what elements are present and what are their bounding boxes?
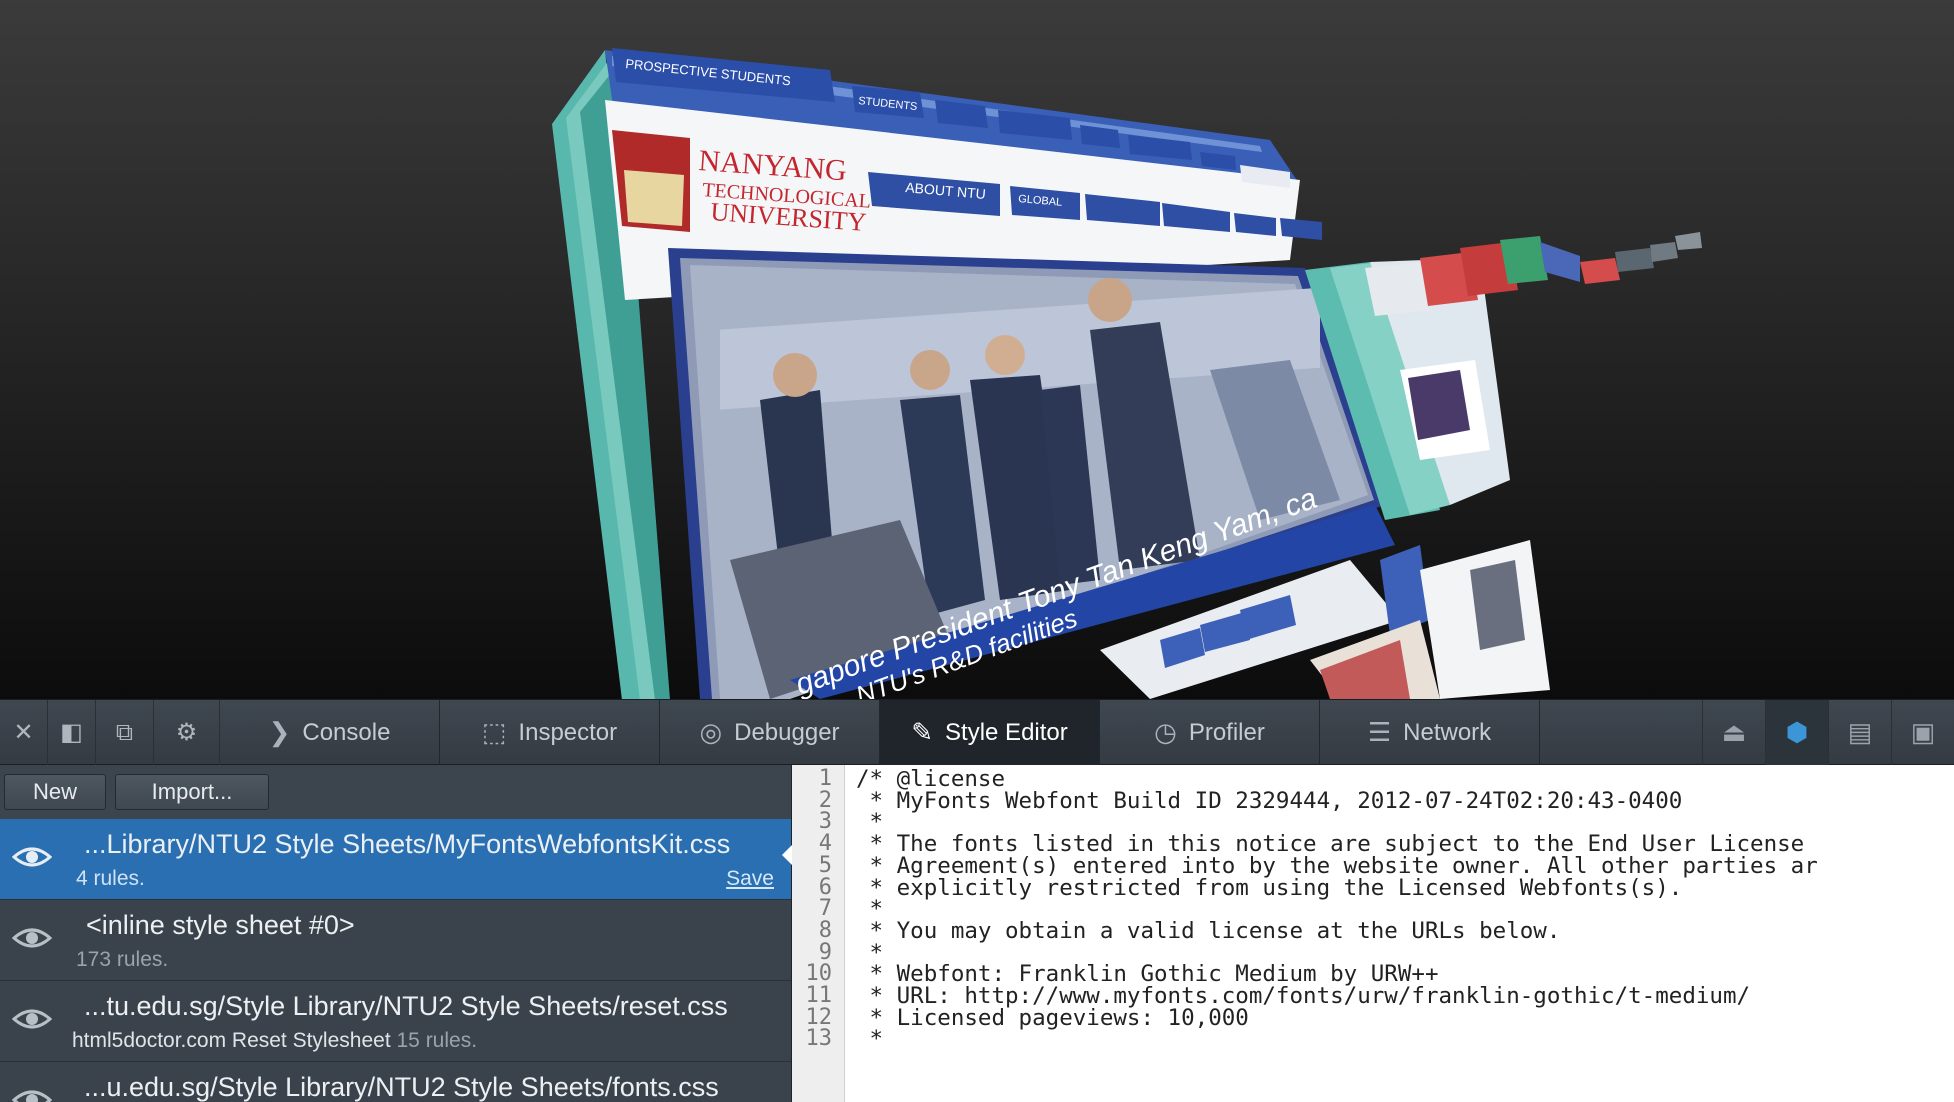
tab-style-editor[interactable]: ✎ Style Editor	[880, 700, 1100, 765]
tab-style-editor-label: Style Editor	[945, 718, 1068, 746]
undock-button[interactable]: ⧉	[96, 700, 154, 765]
stylesheet-item[interactable]: ...Library/NTU2 Style Sheets/MyFontsWebf…	[0, 819, 791, 900]
paint-flashing-button[interactable]: ⏏	[1702, 700, 1765, 765]
inspector-icon: ⬚	[481, 717, 507, 747]
3d-page-rendering: PROSPECTIVE STUDENTS STUDENTS NANYANG TE…	[552, 48, 1702, 699]
close-devtools-button[interactable]: ✕	[0, 700, 48, 765]
chevron-right-icon: ❯	[268, 717, 291, 747]
style-sheet-list: New Import... ...Library/NTU2 Style Shee…	[0, 765, 792, 1102]
undock-icon: ⧉	[115, 718, 134, 746]
stylesheet-item[interactable]: <inline style sheet #0> 173 rules.	[0, 900, 791, 981]
bars-icon: ☰	[1367, 717, 1392, 747]
stylesheet-name: <inline style sheet #0>	[86, 910, 355, 940]
3d-view-canvas[interactable]: PROSPECTIVE STUDENTS STUDENTS NANYANG TE…	[0, 0, 1954, 699]
responsive-mode-button[interactable]: ▣	[1891, 700, 1954, 765]
code-line: * MyFonts Webfont Build ID 2329444, 2012…	[856, 787, 1683, 814]
eye-icon[interactable]	[12, 1005, 52, 1033]
stylesheet-item[interactable]: ...u.edu.sg/Style Library/NTU2 Style She…	[0, 1062, 791, 1102]
toggle-sidebar-button[interactable]: ◧	[48, 700, 96, 765]
code-line: * Licensed pageviews: 10,000	[856, 1004, 1249, 1031]
tab-network[interactable]: ☰ Network	[1320, 700, 1540, 765]
code-line: * explicitly restricted from using the L…	[856, 874, 1683, 901]
code-line: *	[856, 1026, 884, 1053]
eye-icon[interactable]	[12, 843, 52, 871]
tab-inspector-label: Inspector	[518, 718, 618, 746]
stylesheet-description: html5doctor.com Reset Stylesheet	[72, 1029, 391, 1052]
tab-profiler-label: Profiler	[1188, 718, 1265, 746]
tab-debugger[interactable]: ◎ Debugger	[660, 700, 880, 765]
code-line: * You may obtain a valid license at the …	[856, 917, 1561, 944]
stylesheet-rule-count: 15 rules.	[396, 1029, 478, 1052]
close-icon: ✕	[13, 719, 34, 746]
tab-debugger-label: Debugger	[734, 718, 840, 746]
pencil-icon: ✎	[911, 717, 934, 747]
tab-network-label: Network	[1403, 718, 1492, 746]
responsive-icon: ▣	[1910, 717, 1936, 747]
options-button[interactable]: ⚙	[154, 700, 220, 765]
cube-icon: ⬢	[1785, 717, 1809, 747]
stylesheet-rule-count: 4 rules.	[76, 867, 145, 890]
stylesheet-item[interactable]: ...tu.edu.sg/Style Library/NTU2 Style Sh…	[0, 981, 791, 1062]
broom-icon: ⏏	[1721, 717, 1747, 747]
stylesheet-meta: html5doctor.com Reset Stylesheet 15 rule…	[72, 1029, 477, 1053]
stylesheet-name: ...u.edu.sg/Style Library/NTU2 Style She…	[84, 1072, 719, 1102]
tab-console-label: Console	[302, 718, 391, 746]
pause-icon: ◎	[699, 717, 723, 747]
new-button[interactable]: New	[4, 774, 106, 810]
stylesheet-rule-count: 173 rules.	[76, 948, 169, 971]
sidebar-toolbar: New Import...	[0, 765, 791, 820]
clock-icon: ◷	[1154, 717, 1177, 747]
3d-view-button[interactable]: ⬢	[1765, 700, 1828, 765]
line-number: 13	[805, 1026, 833, 1052]
eye-icon[interactable]	[12, 924, 52, 952]
tab-profiler[interactable]: ◷ Profiler	[1100, 700, 1320, 765]
stylesheet-name: ...tu.edu.sg/Style Library/NTU2 Style Sh…	[84, 991, 728, 1021]
stylesheet-name: ...Library/NTU2 Style Sheets/MyFontsWebf…	[84, 829, 731, 859]
scratchpad-button[interactable]: ▤	[1828, 700, 1891, 765]
dock-side-icon: ◧	[60, 719, 83, 746]
eye-icon[interactable]	[12, 1086, 52, 1102]
tab-console[interactable]: ❯ Console	[220, 700, 440, 765]
tab-inspector[interactable]: ⬚ Inspector	[440, 700, 660, 765]
line-number-gutter: 1 2 3 4 5 6 7 8 9 10 11 12 13	[792, 765, 845, 1102]
devtools-toolbar: ✕ ◧ ⧉ ⚙ ❯ Console ⬚ Inspector ◎ Debugger…	[0, 699, 1954, 765]
save-link[interactable]: Save	[726, 867, 774, 891]
css-source-editor[interactable]: 1 2 3 4 5 6 7 8 9 10 11 12 13 /* @license * MyFonts …	[792, 765, 1954, 1102]
import-button[interactable]: Import...	[115, 774, 269, 810]
clapperboard-icon: ▤	[1847, 717, 1873, 747]
gear-icon: ⚙	[175, 719, 198, 746]
